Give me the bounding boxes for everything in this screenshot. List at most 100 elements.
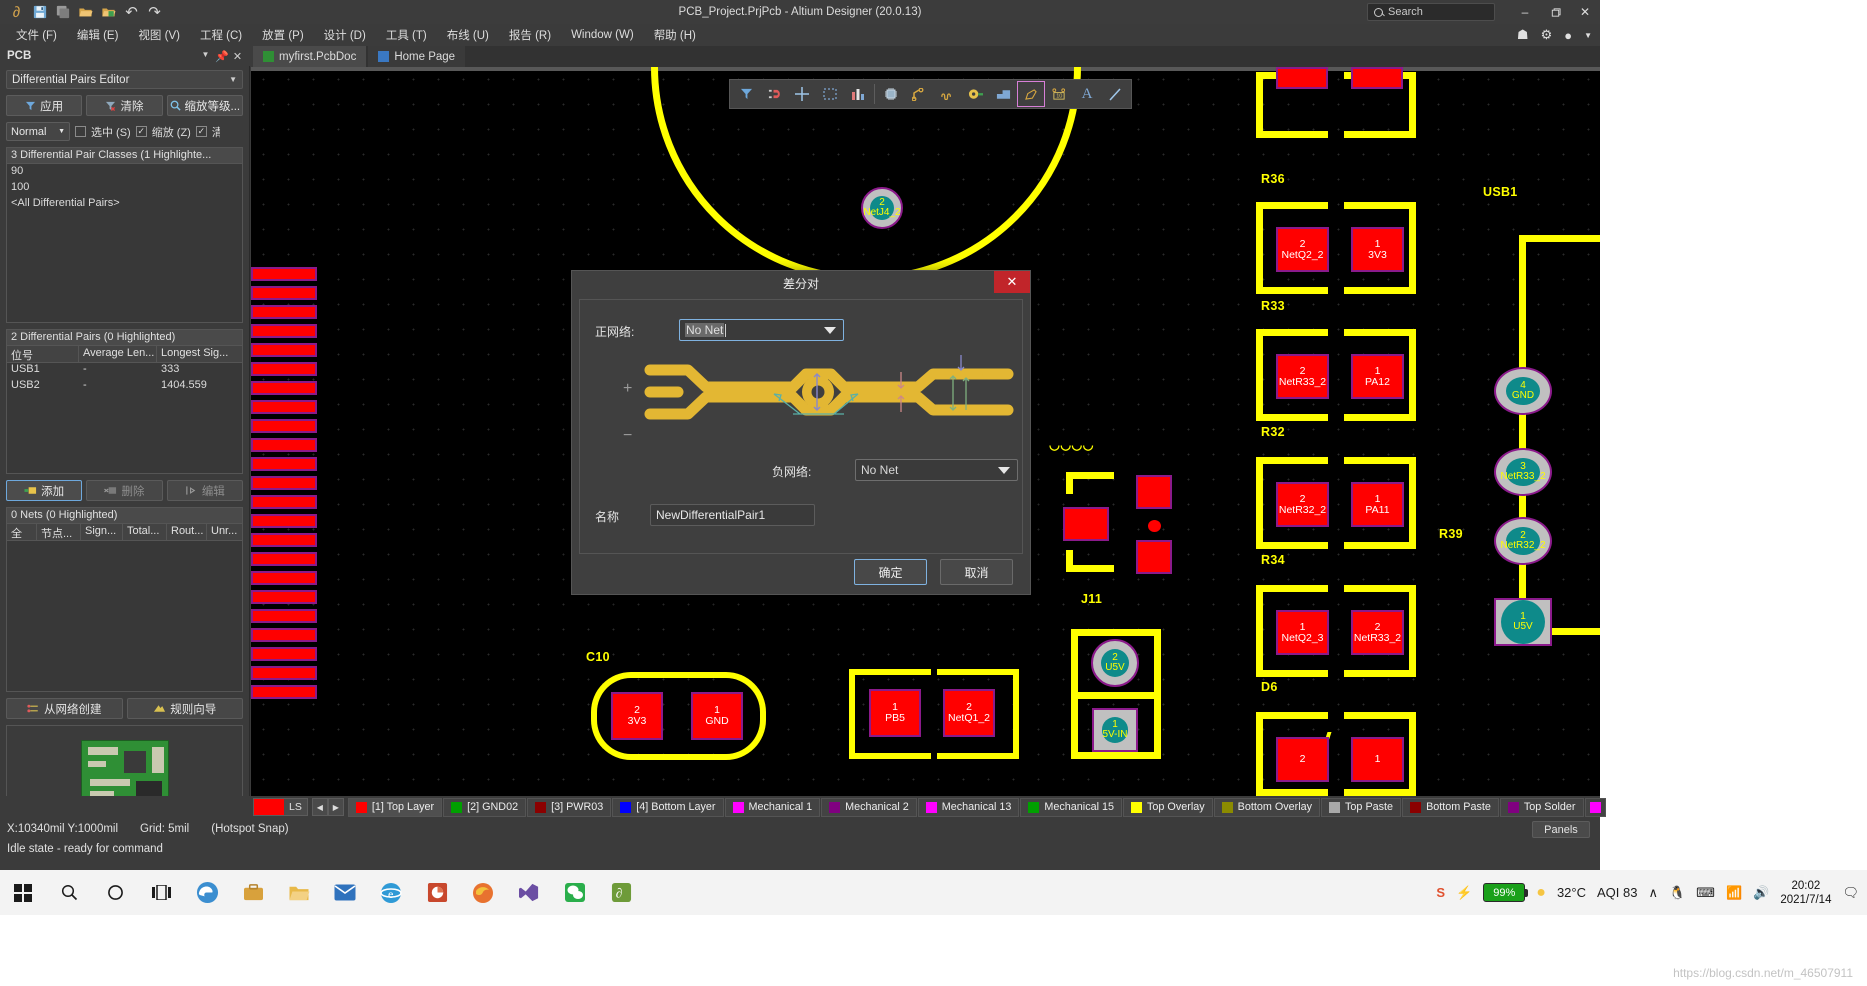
pad-r36-1[interactable] [1351, 67, 1403, 89]
via-pad-gnd[interactable]: 4 GND [1494, 367, 1552, 415]
positive-net-select[interactable]: No Net [679, 319, 844, 341]
window-controls[interactable]: – ✕ [1510, 0, 1600, 24]
menu-item-place[interactable]: 放置 (P) [252, 24, 314, 46]
panels-button[interactable]: Panels [1532, 821, 1590, 838]
column-unrouted[interactable]: Unr... [207, 524, 241, 540]
column-routed[interactable]: Rout... [167, 524, 207, 540]
polygon-icon[interactable] [989, 81, 1017, 107]
pad-r33-1[interactable]: 1 3V3 [1351, 227, 1404, 272]
text-icon[interactable]: A [1073, 81, 1101, 107]
chevron-down-icon[interactable]: ▼ [1584, 31, 1592, 40]
pad-c10-2[interactable]: 2 3V3 [611, 692, 663, 740]
sogou-icon[interactable]: S [1436, 885, 1445, 900]
rule-wizard-button[interactable]: 规则向导 [126, 698, 243, 719]
maximize-button[interactable] [1540, 0, 1570, 24]
cancel-button[interactable]: 取消 [940, 559, 1013, 585]
select-checkbox[interactable] [75, 126, 86, 137]
add-button[interactable]: 添加 [6, 480, 83, 501]
via-pad-netj4-2[interactable]: 2 NetJ4_2 [861, 187, 903, 229]
cortana-icon[interactable] [92, 870, 138, 915]
wechat-icon[interactable] [552, 870, 598, 915]
save-all-icon[interactable] [52, 3, 73, 22]
close-icon[interactable]: ✕ [231, 50, 244, 63]
layer-tab-bottom-paste[interactable]: Bottom Paste [1402, 797, 1499, 817]
layer-bar[interactable]: LS ◀ ▶ [1] Top Layer [2] GND02 [3] PWR03 [0, 796, 1606, 818]
pad-j11-bottom[interactable] [1136, 540, 1172, 574]
pad-j11-left[interactable] [1063, 507, 1109, 541]
differential-pair-dialog[interactable]: 差分对 ✕ 正网络: No Net + − 负网络: No Net 名称 New… [571, 270, 1031, 595]
menu-item-edit[interactable]: 编辑 (E) [67, 24, 129, 46]
track-usb1-top[interactable] [1519, 235, 1600, 242]
differential-pair-classes-list[interactable]: 3 Differential Pair Classes (1 Highlight… [6, 147, 243, 323]
redo-icon[interactable]: ↷ [144, 3, 165, 22]
nets-grid-header[interactable]: 全 节点... Sign... Total... Rout... Unr... [7, 524, 242, 541]
undo-icon[interactable]: ↶ [121, 3, 142, 22]
crosshair-icon[interactable] [788, 81, 816, 107]
via-pad-u5v-2[interactable]: 2 U5V [1091, 639, 1139, 687]
pad-c10-1[interactable]: 1 GND [691, 692, 743, 740]
clock[interactable]: 20:02 2021/7/14 [1780, 879, 1831, 907]
menu-item-window[interactable]: Window (W) [561, 26, 644, 44]
visual-studio-icon[interactable] [506, 870, 552, 915]
pad-r34-2[interactable]: 2 NetR32_2 [1276, 482, 1329, 527]
zoom-level-button[interactable]: 缩放等级... [166, 95, 243, 116]
penguin-icon[interactable]: 🐧 [1669, 885, 1685, 901]
pcb-logo-icon[interactable]: ∂ [6, 3, 27, 22]
battery-indicator[interactable]: 99% [1483, 883, 1529, 902]
save-icon[interactable] [29, 3, 50, 22]
account-icon[interactable]: ● [1564, 28, 1572, 43]
layer-tab-mechanical-15[interactable]: Mechanical 15 [1020, 797, 1123, 817]
search-input[interactable]: Search [1367, 3, 1495, 21]
chevron-up-icon[interactable]: ∧ [1648, 885, 1658, 901]
edge-icon[interactable] [184, 870, 230, 915]
menu-item-view[interactable]: 视图 (V) [128, 24, 190, 46]
menu-item-project[interactable]: 工程 (C) [190, 24, 252, 46]
menu-item-help[interactable]: 帮助 (H) [644, 24, 706, 46]
layer-tab-pwr03[interactable]: [3] PWR03 [527, 797, 612, 817]
ok-button[interactable]: 确定 [854, 559, 927, 585]
via-pad-u5v-1[interactable]: 1 U5V [1494, 598, 1552, 646]
layer-tab-bottom-layer[interactable]: [4] Bottom Layer [612, 797, 724, 817]
home-icon[interactable]: ☗ [1517, 27, 1529, 43]
magnet-icon[interactable] [760, 81, 788, 107]
notification-icon[interactable]: 🗨 [1842, 885, 1859, 901]
document-tabs[interactable]: myfirst.PcbDoc Home Page [253, 46, 1600, 67]
firefox-icon[interactable] [460, 870, 506, 915]
layer-prev-button[interactable]: ◀ [311, 798, 328, 816]
pad-r32-2[interactable]: 2 NetR33_2 [1276, 354, 1329, 399]
column-all[interactable]: 全 [7, 524, 37, 540]
layer-tab-top-layer[interactable]: [1] Top Layer [347, 797, 443, 817]
menu-item-tools[interactable]: 工具 (T) [376, 24, 437, 46]
minimize-button[interactable]: – [1510, 0, 1540, 24]
panel-bottom-buttons[interactable]: 从网络创建 规则向导 [6, 698, 243, 719]
mail-icon[interactable] [322, 870, 368, 915]
top-right-icons[interactable]: ☗ ⚙ ● ▼ [1517, 25, 1592, 45]
layer-nav-buttons[interactable]: ◀ ▶ [311, 798, 344, 816]
doc-tab-home-page[interactable]: Home Page [368, 46, 466, 67]
pad-j11-top[interactable] [1136, 475, 1172, 509]
pad-j11-small[interactable] [1148, 520, 1161, 532]
layer-tab-mechanical-13[interactable]: Mechanical 13 [917, 797, 1020, 817]
differential-pairs-grid[interactable]: 2 Differential Pairs (0 Highlighted) 位号 … [6, 329, 243, 474]
route-icon[interactable] [905, 81, 933, 107]
via-pad-netr33-2[interactable]: 3 NetR33_2 [1494, 448, 1552, 496]
select-area-icon[interactable] [816, 81, 844, 107]
nets-grid[interactable]: 0 Nets (0 Highlighted) 全 节点... Sign... T… [6, 507, 243, 692]
layer-tab-mechanical-2[interactable]: Mechanical 2 [821, 797, 917, 817]
pad-r34-1[interactable]: 1 PA11 [1351, 482, 1404, 527]
menu-item-reports[interactable]: 报告 (R) [499, 24, 561, 46]
layer-tab-gnd02[interactable]: [2] GND02 [443, 797, 527, 817]
editor-select[interactable]: Differential Pairs Editor ▼ [6, 70, 243, 89]
ie-icon[interactable]: e [368, 870, 414, 915]
column-average-length[interactable]: Average Len... [79, 346, 157, 362]
layer-tab-bottom-overlay[interactable]: Bottom Overlay [1213, 797, 1321, 817]
pad-netq1-2[interactable]: 2 NetQ1_2 [943, 689, 995, 737]
list-item[interactable]: <All Differential Pairs> [7, 196, 242, 212]
powerpoint-icon[interactable] [414, 870, 460, 915]
dialog-close-button[interactable]: ✕ [994, 271, 1030, 293]
canvas-floating-toolbar[interactable]: 10 A [729, 79, 1132, 109]
start-icon[interactable] [0, 870, 46, 915]
column-total[interactable]: Total... [123, 524, 167, 540]
layer-tab-top-paste[interactable]: Top Paste [1321, 797, 1402, 817]
layer-set-chip[interactable]: LS [253, 798, 308, 816]
